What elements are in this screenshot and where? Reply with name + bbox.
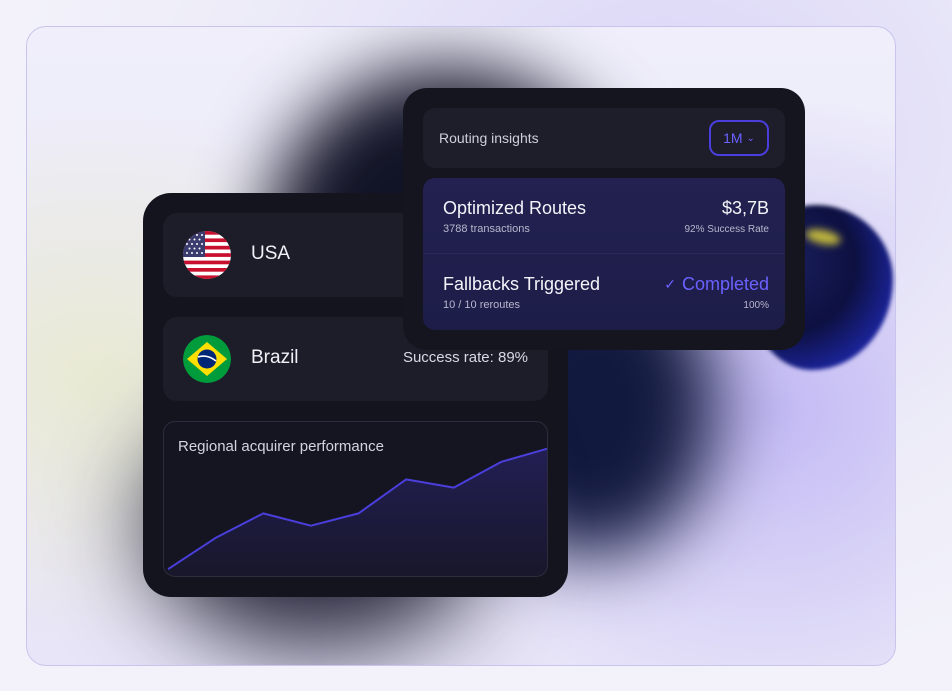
country-name: USA <box>251 243 291 264</box>
period-value: 1M <box>723 130 743 146</box>
country-name: Brazil <box>251 347 299 368</box>
check-icon: ✓ <box>664 276 676 292</box>
usa-flag-icon <box>183 231 231 279</box>
brazil-flag-icon <box>183 335 231 383</box>
chevron-down-icon: ⌄ <box>746 132 755 144</box>
route-row-fallbacks[interactable]: Fallbacks Triggered 10 / 10 reroutes ✓ C… <box>423 254 785 330</box>
route-subtitle: 3788 transactions <box>443 223 530 235</box>
route-value: $3,7B <box>721 198 769 218</box>
period-dropdown[interactable]: 1M ⌄ <box>709 120 769 156</box>
route-name: Fallbacks Triggered <box>443 274 601 294</box>
route-meta: 100% <box>743 300 769 311</box>
success-rate: Success rate: 89% <box>402 349 528 366</box>
route-status: ✓ Completed <box>664 274 769 295</box>
acquirer-performance-chart: Regional acquirer performance <box>163 421 548 577</box>
chart-title: Regional acquirer performance <box>178 438 384 455</box>
route-meta: 92% Success Rate <box>684 224 770 235</box>
routes-panel: Optimized Routes 3788 transactions $3,7B… <box>423 178 785 330</box>
route-subtitle: 10 / 10 reroutes <box>443 299 521 311</box>
status-label: Completed <box>681 274 769 294</box>
routing-insights-card: Routing insights 1M ⌄ Optimized Routes 3… <box>403 88 805 350</box>
insights-header: Routing insights 1M ⌄ <box>423 108 785 168</box>
route-name: Optimized Routes <box>443 198 587 218</box>
insights-title: Routing insights <box>439 130 539 146</box>
route-row-optimized[interactable]: Optimized Routes 3788 transactions $3,7B… <box>423 178 785 254</box>
